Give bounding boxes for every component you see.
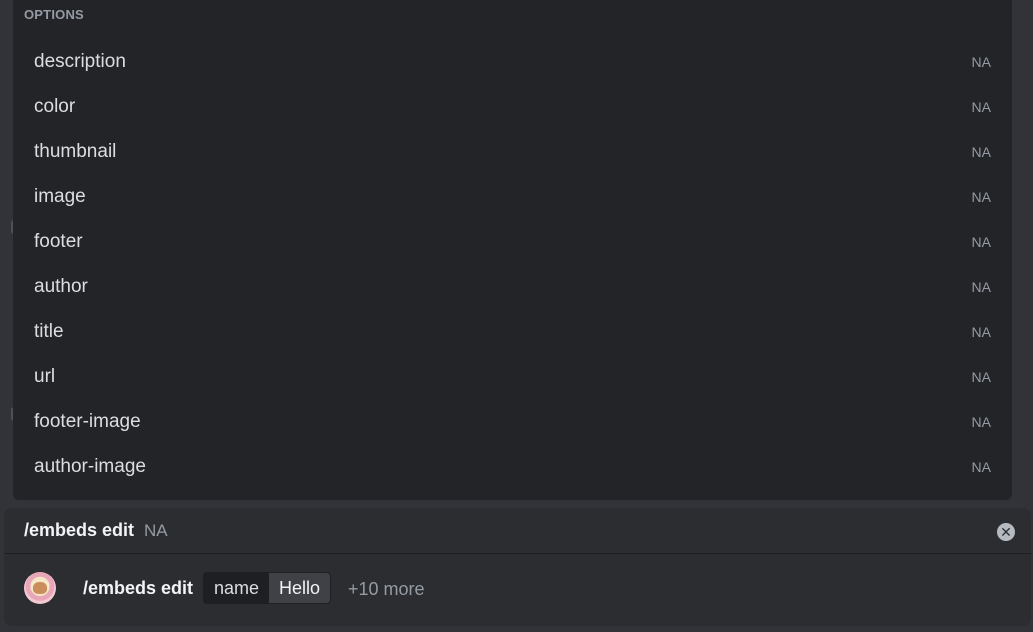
option-name: footer bbox=[34, 231, 83, 252]
option-item-footer-image[interactable]: footer-image NA bbox=[13, 399, 1012, 444]
option-type: NA bbox=[971, 458, 991, 475]
command-input[interactable]: /embeds edit name Hello +10 more bbox=[4, 554, 1031, 625]
option-type: NA bbox=[971, 368, 991, 385]
command-header: /embeds edit NA bbox=[4, 508, 1031, 554]
param-pill[interactable]: name Hello bbox=[203, 572, 332, 604]
option-type: NA bbox=[971, 188, 991, 205]
options-popup: OPTIONS description NA color NA thumbnai… bbox=[13, 0, 1012, 500]
command-title: /embeds edit bbox=[24, 520, 135, 540]
option-name: color bbox=[34, 96, 76, 117]
input-command: /embeds edit bbox=[83, 578, 194, 598]
option-item-color[interactable]: color NA bbox=[13, 84, 1012, 129]
option-name: description bbox=[34, 51, 126, 72]
option-name: author-image bbox=[34, 456, 146, 477]
option-type: NA bbox=[971, 233, 991, 250]
option-list: description NA color NA thumbnail NA ima… bbox=[13, 39, 1012, 489]
option-name: author bbox=[34, 276, 88, 297]
option-type: NA bbox=[971, 278, 991, 295]
param-key: name bbox=[204, 573, 270, 603]
option-name: footer-image bbox=[34, 411, 141, 432]
options-header: OPTIONS bbox=[24, 7, 84, 22]
option-type: NA bbox=[971, 143, 991, 160]
more-params[interactable]: +10 more bbox=[348, 579, 425, 600]
option-type: NA bbox=[971, 413, 991, 430]
close-circle-icon[interactable]: ✕ bbox=[997, 523, 1015, 541]
command-description: NA bbox=[144, 520, 168, 540]
option-item-image[interactable]: image NA bbox=[13, 174, 1012, 219]
option-name: thumbnail bbox=[34, 141, 117, 162]
option-name: url bbox=[34, 366, 56, 387]
option-name: image bbox=[34, 186, 86, 207]
option-type: NA bbox=[971, 323, 991, 340]
option-item-author[interactable]: author NA bbox=[13, 264, 1012, 309]
option-item-thumbnail[interactable]: thumbnail NA bbox=[13, 129, 1012, 174]
option-item-author-image[interactable]: author-image NA bbox=[13, 444, 1012, 489]
avatar bbox=[24, 572, 56, 604]
option-item-url[interactable]: url NA bbox=[13, 354, 1012, 399]
chat-stage: OPTIONS description NA color NA thumbnai… bbox=[0, 0, 1033, 632]
option-name: title bbox=[34, 321, 64, 342]
option-item-footer[interactable]: footer NA bbox=[13, 219, 1012, 264]
option-item-description[interactable]: description NA bbox=[13, 39, 1012, 84]
option-item-title[interactable]: title NA bbox=[13, 309, 1012, 354]
option-type: NA bbox=[971, 98, 991, 115]
param-value[interactable]: Hello bbox=[269, 573, 331, 603]
command-bar: /embeds edit NA ✕ /embeds edit name Hell… bbox=[4, 508, 1031, 626]
option-type: NA bbox=[971, 53, 991, 70]
